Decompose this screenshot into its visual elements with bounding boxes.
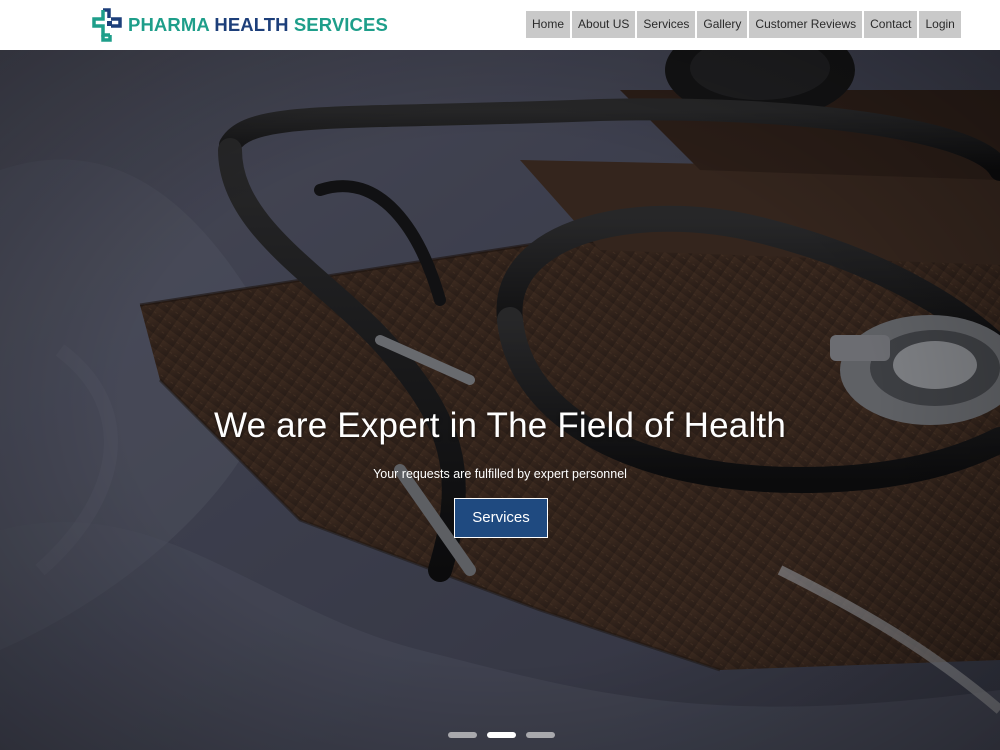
nav-gallery[interactable]: Gallery: [697, 11, 748, 38]
brand-name-part2: HEALTH: [214, 14, 289, 35]
nav-home[interactable]: Home: [526, 11, 571, 38]
brand-name-part3: SERVICES: [293, 14, 388, 35]
nav-about-us[interactable]: About US: [572, 11, 636, 38]
hero-title: We are Expert in The Field of Health: [213, 406, 787, 445]
hero-services-button[interactable]: Services: [454, 498, 548, 538]
stethoscope-photo-background: [0, 50, 1000, 750]
hero-slider: We are Expert in The Field of Health You…: [0, 50, 1000, 750]
hero-subtitle: Your requests are fulfilled by expert pe…: [373, 467, 627, 481]
carousel-dot-1[interactable]: [448, 732, 477, 738]
site-header: PHARMA HEALTH SERVICES Home About US Ser…: [0, 0, 1000, 50]
brand-name: PHARMA HEALTH SERVICES: [128, 14, 388, 36]
nav-login[interactable]: Login: [919, 11, 961, 38]
nav-customer-reviews[interactable]: Customer Reviews: [749, 11, 863, 38]
brand-name-part1: PHARMA: [128, 14, 210, 35]
carousel-dot-3[interactable]: [526, 732, 555, 738]
nav-services[interactable]: Services: [637, 11, 696, 38]
main-nav: Home About US Services Gallery Customer …: [526, 11, 961, 38]
carousel-dot-2[interactable]: [487, 732, 516, 738]
carousel-indicators: [448, 732, 555, 738]
nav-contact[interactable]: Contact: [864, 11, 918, 38]
brand-logo[interactable]: PHARMA HEALTH SERVICES: [91, 6, 388, 44]
medical-cross-logo-icon: [92, 8, 122, 42]
